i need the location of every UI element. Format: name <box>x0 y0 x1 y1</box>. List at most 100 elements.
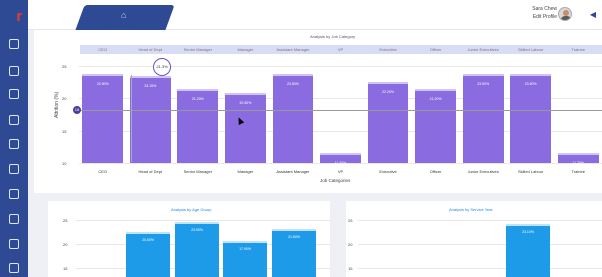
job-bar-highlight <box>129 75 171 78</box>
job-header-label: Skilled Labour <box>517 47 544 52</box>
age-bar-highlight <box>272 228 316 231</box>
sidebar-report-icon[interactable] <box>9 164 19 174</box>
service-y-tick-15: 15 <box>348 266 353 271</box>
job-bar-highlight <box>82 73 124 76</box>
service-chart-title: Analysis by Service Year <box>449 207 493 212</box>
job-header-label: Manager <box>237 47 254 52</box>
service-y-tick-20: 20 <box>348 242 353 247</box>
y-marker: 18 <box>73 106 81 114</box>
sidebar-user-icon[interactable] <box>9 115 19 125</box>
brand-logo: mr <box>4 8 22 25</box>
job-bar-highlight <box>510 73 552 76</box>
job-bar[interactable] <box>367 84 409 163</box>
app-window: ⌂ Sara Chew Edit Profile ◀ mr Analysis b… <box>0 0 602 277</box>
home-icon[interactable]: ⌂ <box>121 10 131 20</box>
avatar[interactable] <box>558 7 572 21</box>
job-category-label: Officer <box>429 169 442 174</box>
job-category-label: Manager <box>237 169 254 174</box>
job-bar-label: 23.50% <box>287 81 299 86</box>
job-chart-title: Analysis by Job Category <box>310 34 356 39</box>
job-bar-label: 21.20% <box>429 96 442 101</box>
sidebar-document-icon[interactable] <box>9 239 19 249</box>
job-bar[interactable] <box>224 95 266 163</box>
age-group-panel: Analysis by Age Group 25 20 15 20.60% 23.… <box>48 201 330 277</box>
job-bar-highlight <box>462 73 504 76</box>
age-bar-highlight <box>175 221 219 224</box>
y-tick-25: 25 <box>62 64 67 69</box>
service-bar-highlight <box>506 224 550 227</box>
job-bar[interactable] <box>272 75 314 163</box>
top-bar: ⌂ Sara Chew Edit Profile ◀ <box>28 0 602 30</box>
age-bar-highlight <box>223 240 267 243</box>
tooltip-bubble: 21.3% <box>153 58 171 76</box>
job-header-label: CEO <box>98 47 108 52</box>
job-bar-highlight <box>224 93 266 96</box>
job-header-label: VP <box>337 47 344 52</box>
age-bar-label: 21.60% <box>288 234 300 239</box>
job-category-label: VP <box>337 169 344 174</box>
crosshair-line <box>79 110 602 111</box>
job-bar-label: 23.50% <box>96 81 109 86</box>
age-bar-highlight <box>126 232 170 235</box>
job-bar[interactable] <box>462 75 504 163</box>
crosshair-vertical <box>131 75 132 162</box>
job-bar-highlight <box>557 153 599 156</box>
job-bar-label: 11.20% <box>334 161 347 166</box>
job-category-label: CEO <box>98 169 108 174</box>
job-bar-label: 22.20% <box>382 90 394 95</box>
age-y-tick-25: 25 <box>63 218 68 223</box>
job-header-label: Assistant Manager <box>276 47 310 52</box>
y-tick-20: 20 <box>62 96 67 101</box>
job-header-label: Senior Manager <box>183 47 213 52</box>
job-bar-highlight <box>320 153 361 156</box>
job-category-label: Skilled Labour <box>517 169 544 174</box>
job-bar[interactable] <box>415 90 457 163</box>
age-bar[interactable] <box>175 223 219 277</box>
sidebar <box>0 0 28 277</box>
job-bar-highlight <box>367 82 409 85</box>
sidebar-transfer-icon[interactable] <box>9 189 19 199</box>
job-bar[interactable] <box>82 75 124 163</box>
sidebar-people-icon[interactable] <box>9 66 19 76</box>
sidebar-analytics-icon[interactable] <box>9 89 19 99</box>
sidebar-team-icon[interactable] <box>9 139 19 149</box>
job-header-label: Junior Executives <box>467 47 499 52</box>
sidebar-dashboard-icon[interactable] <box>9 39 19 49</box>
megaphone-icon[interactable]: ◀ <box>590 10 596 19</box>
age-y-tick-20: 20 <box>63 242 68 247</box>
job-category-label: Head of Dept <box>138 169 163 174</box>
job-bar-highlight <box>272 73 314 76</box>
age-chart-title: Analysis by Age Group <box>171 207 212 212</box>
job-bar[interactable] <box>129 77 171 163</box>
job-bar-highlight <box>177 88 219 91</box>
job-bar-label: 23.50% <box>477 81 490 86</box>
age-y-tick-15: 15 <box>63 266 68 271</box>
job-bar[interactable] <box>510 75 552 163</box>
job-header-label: Officer <box>429 47 442 52</box>
job-bar[interactable] <box>177 90 219 163</box>
sidebar-list-icon[interactable] <box>9 263 19 273</box>
job-bar-label: 23.15% <box>144 83 157 88</box>
user-name: Sara Chew <box>532 6 557 12</box>
service-year-panel: Analysis by Service Year 25 20 15 23.10% <box>346 201 602 277</box>
job-bar-highlight <box>415 88 457 91</box>
job-category-label: Trainee <box>571 169 585 174</box>
job-category-label: Junior Executives <box>467 169 499 174</box>
sidebar-message-icon[interactable] <box>9 214 19 224</box>
service-y-tick-25: 25 <box>348 218 353 223</box>
age-bar-label: 17.90% <box>239 246 251 251</box>
job-header-label: Executive <box>379 47 397 52</box>
edit-profile-link[interactable]: Edit Profile <box>533 14 557 20</box>
job-header-label: Head of Dept <box>138 47 163 52</box>
y-tick-15: 15 <box>62 129 67 134</box>
job-bar-label: 23.50% <box>524 81 537 86</box>
job-header-label: Trainee <box>571 47 585 52</box>
age-bar-label: 20.60% <box>142 238 154 243</box>
job-bar-label: 20.50% <box>239 101 252 106</box>
job-bar-label: 21.20% <box>191 96 204 101</box>
x-axis-label: Job Categories <box>320 178 351 183</box>
y-tick-10: 10 <box>62 161 67 166</box>
job-category-label: Senior Manager <box>183 169 213 174</box>
job-category-panel: Analysis by Job Category CEO Head of Dept… <box>34 30 602 193</box>
age-bar-label: 23.90% <box>191 227 203 232</box>
